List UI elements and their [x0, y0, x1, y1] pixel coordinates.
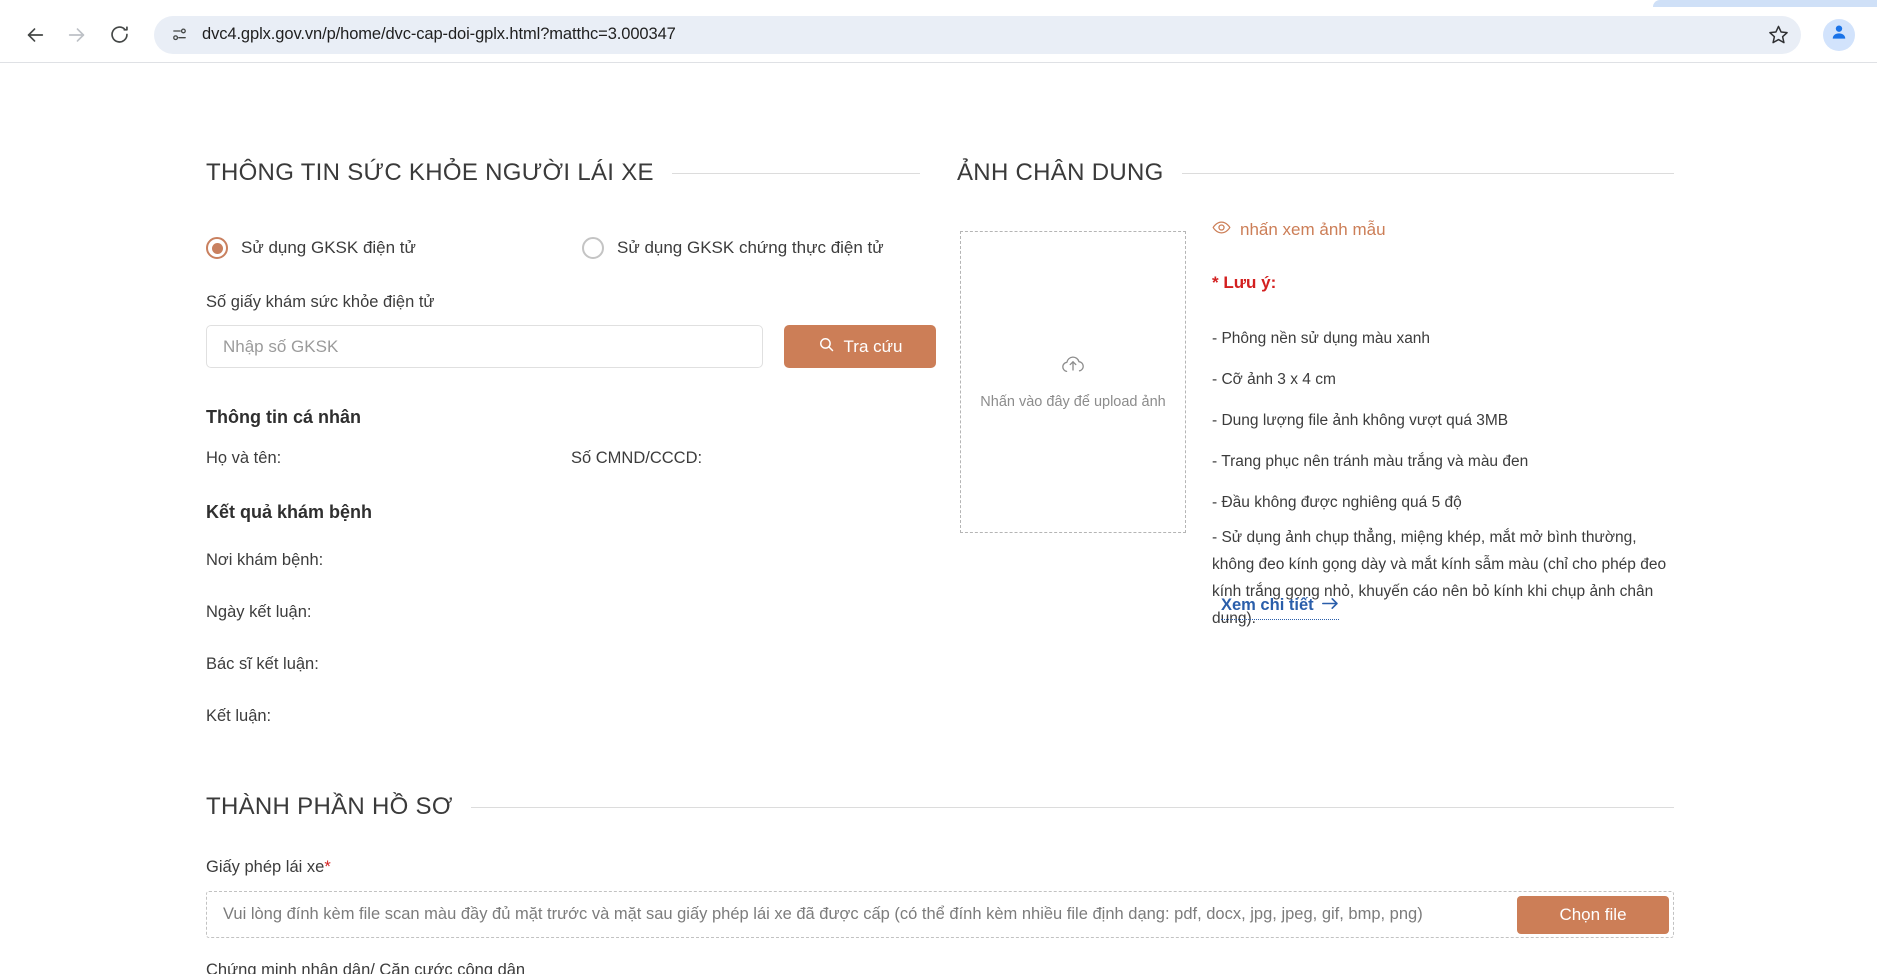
browser-chrome: dvc4.gplx.gov.vn/p/home/dvc-cap-doi-gplx…: [0, 0, 1877, 63]
radio-indicator-checked[interactable]: [206, 237, 228, 259]
lookup-button[interactable]: Tra cứu: [784, 325, 936, 368]
photo-upload-dropzone[interactable]: Nhấn vào đây để upload ảnh: [960, 231, 1186, 533]
documents-header-rule: [470, 806, 1674, 808]
forward-arrow-icon: [66, 24, 88, 46]
address-bar[interactable]: dvc4.gplx.gov.vn/p/home/dvc-cap-doi-gplx…: [154, 15, 1801, 54]
search-icon: [818, 336, 835, 358]
documents-section-header: THÀNH PHẦN HỒ SƠ: [206, 793, 1674, 821]
site-info-icon[interactable]: [166, 22, 192, 48]
portrait-header-rule: [1181, 172, 1674, 174]
doctor-conclusion-label: Bác sĩ kết luận:: [206, 655, 319, 673]
documents-section-title: THÀNH PHẦN HỒ SƠ: [206, 793, 453, 820]
exam-result-heading: Kết quả khám bệnh: [206, 502, 373, 522]
driver-license-label: Giấy phép lái xe*: [206, 858, 331, 877]
conclusion-label: Kết luận:: [206, 707, 272, 725]
view-detail-link[interactable]: Xem chi tiết: [1221, 596, 1339, 620]
portrait-note: - Trang phục nên tránh màu trắng và màu …: [1212, 453, 1529, 470]
required-asterisk: *: [324, 858, 331, 876]
radio-label: Sử dụng GKSK chứng thực điện tử: [617, 238, 884, 257]
reload-button[interactable]: [100, 16, 138, 54]
forward-button[interactable]: [58, 16, 96, 54]
eye-icon: [1212, 220, 1231, 240]
lookup-button-label: Tra cứu: [843, 336, 903, 356]
back-button[interactable]: [16, 16, 54, 54]
gksk-number-input[interactable]: Nhập số GKSK: [206, 325, 763, 368]
browser-toolbar: dvc4.gplx.gov.vn/p/home/dvc-cap-doi-gplx…: [0, 7, 1877, 62]
cloud-upload-icon: [1060, 354, 1086, 381]
id-number-label: Số CMND/CCCD:: [571, 449, 703, 467]
profile-avatar-icon: [1829, 22, 1849, 47]
arrow-right-icon: [1321, 596, 1339, 615]
portrait-note: - Phông nền sử dụng màu xanh: [1212, 330, 1431, 347]
radio-option-gksk-chung-thuc[interactable]: Sử dụng GKSK chứng thực điện tử: [582, 237, 884, 259]
notice-title: * Lưu ý:: [1212, 273, 1277, 292]
radio-label: Sử dụng GKSK điện tử: [241, 238, 416, 257]
gksk-type-radio-group: Sử dụng GKSK điện tử Sử dụng GKSK chứng …: [206, 237, 920, 259]
portrait-note: - Cỡ ảnh 3 x 4 cm: [1212, 371, 1336, 388]
driver-license-choose-file-button[interactable]: Chọn file: [1517, 895, 1669, 934]
portrait-note: - Dung lượng file ảnh không vượt quá 3MB: [1212, 412, 1509, 429]
view-sample-photo-label: nhấn xem ảnh mẫu: [1240, 220, 1386, 239]
radio-option-gksk-dien-tu[interactable]: Sử dụng GKSK điện tử: [206, 237, 582, 259]
view-sample-photo-link[interactable]: nhấn xem ảnh mẫu: [1212, 220, 1386, 240]
driver-license-label-text: Giấy phép lái xe: [206, 858, 325, 876]
personal-info-heading: Thông tin cá nhân: [206, 407, 361, 427]
exam-place-label: Nơi khám bệnh:: [206, 551, 324, 569]
driver-license-file-row[interactable]: Vui lòng đính kèm file scan màu đầy đủ m…: [206, 891, 1674, 938]
page-content: THÔNG TIN SỨC KHỎE NGƯỜI LÁI XE Sử dụng …: [0, 63, 1877, 974]
radio-indicator-unchecked[interactable]: [582, 237, 604, 259]
tab-strip[interactable]: [1653, 0, 1877, 7]
full-name-label: Họ và tên:: [206, 449, 282, 467]
id-card-label: Chứng minh nhân dân/ Căn cước công dân: [206, 961, 525, 974]
portrait-section-header: ẢNH CHÂN DUNG: [957, 159, 1674, 187]
driver-license-file-hint: Vui lòng đính kèm file scan màu đầy đủ m…: [223, 905, 1423, 923]
photo-upload-text: Nhấn vào đây để upload ảnh: [980, 394, 1166, 410]
portrait-section-title: ẢNH CHÂN DUNG: [957, 159, 1164, 186]
portrait-note: - Đầu không được nghiêng quá 5 độ: [1212, 494, 1462, 511]
gksk-input-placeholder: Nhập số GKSK: [223, 336, 339, 356]
health-section-header: THÔNG TIN SỨC KHỎE NGƯỜI LÁI XE: [206, 159, 920, 187]
profile-avatar[interactable]: [1823, 18, 1855, 51]
conclusion-date-label: Ngày kết luận:: [206, 603, 312, 621]
bookmark-star-icon[interactable]: [1763, 20, 1793, 50]
back-arrow-icon: [24, 24, 46, 46]
id-card-label-text: Chứng minh nhân dân/ Căn cước công dân: [206, 961, 526, 974]
health-section-title: THÔNG TIN SỨC KHỎE NGƯỜI LÁI XE: [206, 159, 654, 186]
url-text[interactable]: dvc4.gplx.gov.vn/p/home/dvc-cap-doi-gplx…: [202, 25, 1763, 44]
health-header-rule: [671, 172, 920, 174]
reload-icon: [109, 24, 130, 45]
gksk-number-label: Số giấy khám sức khỏe điện tử: [206, 293, 435, 311]
view-detail-label: Xem chi tiết: [1221, 596, 1314, 614]
